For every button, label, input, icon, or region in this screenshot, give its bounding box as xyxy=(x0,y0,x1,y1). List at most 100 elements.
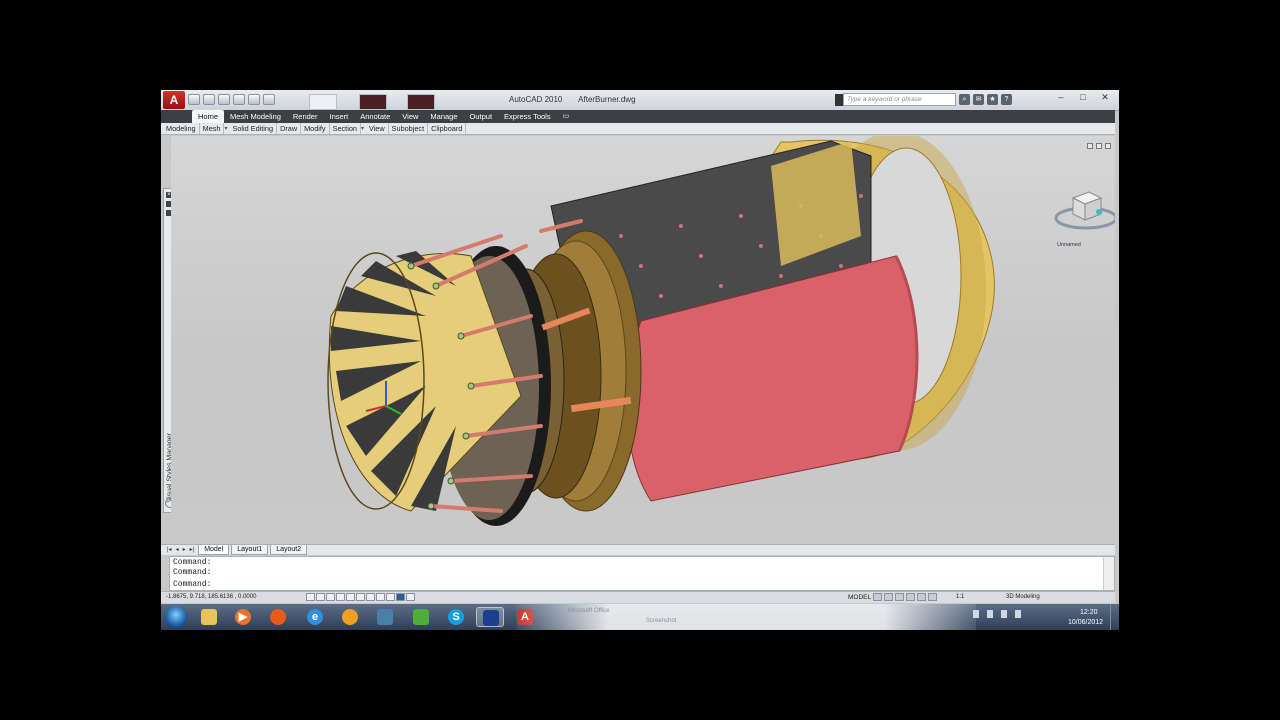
osnap-toggle[interactable] xyxy=(346,593,355,601)
zoom-icon[interactable] xyxy=(906,593,915,601)
taskbar-window-item[interactable]: Screenshot xyxy=(646,618,676,624)
open-drawing-thumbnail[interactable] xyxy=(359,94,387,110)
taskbar-app[interactable] xyxy=(476,607,504,627)
taskbar-app[interactable] xyxy=(371,607,399,627)
start-button[interactable] xyxy=(165,606,187,628)
polar-toggle[interactable] xyxy=(336,593,345,601)
tab-layout1[interactable]: Layout1 xyxy=(231,545,269,555)
ortho-toggle[interactable] xyxy=(326,593,335,601)
media-player-icon: ▶ xyxy=(235,609,251,625)
panel-mesh[interactable]: Mesh xyxy=(200,123,225,134)
search-expand-icon[interactable] xyxy=(835,94,843,106)
panel-subobject[interactable]: Subobject xyxy=(389,123,429,134)
save-icon[interactable] xyxy=(218,94,230,105)
undo-icon[interactable] xyxy=(233,94,245,105)
tab-express-tools[interactable]: Express Tools xyxy=(498,110,557,123)
open-drawing-thumbnail[interactable] xyxy=(407,94,435,110)
taskbar-app[interactable] xyxy=(407,607,435,627)
viewcube-icon[interactable] xyxy=(1051,178,1115,248)
dyn-toggle[interactable] xyxy=(386,593,395,601)
app-icon xyxy=(483,610,499,626)
command-history-line: Command: xyxy=(173,558,212,567)
cursor-coordinates[interactable]: -1.8675, 9.718, 185.6136 , 0.0000 xyxy=(166,594,256,600)
tray-icon[interactable] xyxy=(973,610,979,618)
panel-draw[interactable]: Draw xyxy=(277,123,302,134)
command-scrollbar[interactable] xyxy=(1103,557,1114,590)
grid-toggle[interactable] xyxy=(316,593,325,601)
app-icon xyxy=(377,609,393,625)
favorites-icon[interactable]: ★ xyxy=(987,94,998,105)
snap-toggle[interactable] xyxy=(306,593,315,601)
3d-osnap-toggle[interactable] xyxy=(356,593,365,601)
tab-mesh-modeling[interactable]: Mesh Modeling xyxy=(224,110,287,123)
close-button[interactable]: ✕ xyxy=(1097,92,1113,103)
redo-icon[interactable] xyxy=(248,94,260,105)
taskbar-app[interactable] xyxy=(336,607,364,627)
status-bar: -1.8675, 9.718, 185.6136 , 0.0000 MODEL … xyxy=(161,591,1115,603)
annotation-scale[interactable]: 1:1 xyxy=(956,594,964,600)
tab-home[interactable]: Home xyxy=(192,110,225,123)
application-menu-button[interactable]: A xyxy=(163,91,185,109)
viewport-restore-icon[interactable] xyxy=(1096,143,1102,149)
minimize-button[interactable]: – xyxy=(1053,92,1069,103)
network-icon[interactable] xyxy=(1001,610,1007,618)
taskbar-internet-explorer[interactable]: e xyxy=(301,607,329,627)
showmotion-icon[interactable] xyxy=(928,593,937,601)
first-layout-icon[interactable]: |◂ xyxy=(165,545,174,555)
tab-view[interactable]: View xyxy=(396,110,424,123)
command-line-window[interactable]: Command: Command: Command: xyxy=(169,556,1115,591)
viewport-close-icon[interactable] xyxy=(1105,143,1111,149)
drawing-viewport[interactable]: Unnamed xyxy=(171,136,1115,544)
quick-properties-toggle[interactable] xyxy=(406,593,415,601)
search-icon[interactable]: ⌕ xyxy=(959,94,970,105)
clock-time[interactable]: 12:20 xyxy=(1080,609,1098,616)
panel-solid-editing[interactable]: Solid Editing xyxy=(229,123,278,134)
steeringwheel-icon[interactable] xyxy=(917,593,926,601)
next-layout-icon[interactable]: ▸ xyxy=(181,545,188,555)
panel-clipboard[interactable]: Clipboard xyxy=(428,123,467,134)
viewport-minimize-icon[interactable] xyxy=(1087,143,1093,149)
panel-section[interactable]: Section xyxy=(330,123,361,134)
tab-layout2[interactable]: Layout2 xyxy=(270,545,308,555)
prev-layout-icon[interactable]: ◂ xyxy=(174,545,181,555)
tab-model[interactable]: Model xyxy=(198,545,230,555)
tab-output[interactable]: Output xyxy=(464,110,499,123)
lineweight-toggle[interactable] xyxy=(396,593,405,601)
communication-icon[interactable]: ✉ xyxy=(973,94,984,105)
window-controls: – □ ✕ xyxy=(1053,92,1113,103)
tab-render[interactable]: Render xyxy=(287,110,324,123)
ucs-menu-label[interactable]: Unnamed xyxy=(1057,242,1081,248)
show-desktop-button[interactable] xyxy=(1110,604,1119,630)
quick-view-layouts-icon[interactable] xyxy=(873,593,882,601)
taskbar-firefox[interactable] xyxy=(264,607,292,627)
model-space-button[interactable]: MODEL xyxy=(848,594,871,601)
clock-date[interactable]: 10/06/2012 xyxy=(1068,619,1103,626)
open-icon[interactable] xyxy=(203,94,215,105)
panel-modeling[interactable]: Modeling xyxy=(163,123,200,134)
command-prompt[interactable]: Command: xyxy=(173,580,211,589)
tab-annotate[interactable]: Annotate xyxy=(354,110,396,123)
taskbar-skype[interactable]: S xyxy=(442,607,470,627)
search-input[interactable]: Type a keyword or phrase xyxy=(843,93,956,106)
taskbar-media-player[interactable]: ▶ xyxy=(229,607,257,627)
volume-icon[interactable] xyxy=(1015,610,1021,618)
tab-insert[interactable]: Insert xyxy=(323,110,354,123)
help-icon[interactable]: ? xyxy=(1001,94,1012,105)
ribbon-minimize-icon[interactable]: ▭ xyxy=(557,110,576,123)
new-icon[interactable] xyxy=(188,94,200,105)
taskbar-explorer[interactable] xyxy=(195,607,223,627)
flag-icon[interactable] xyxy=(987,610,993,618)
taskbar-window-item[interactable]: Microsoft Office xyxy=(568,608,610,614)
panel-modify[interactable]: Modify xyxy=(301,123,330,134)
tab-manage[interactable]: Manage xyxy=(424,110,463,123)
otrack-toggle[interactable] xyxy=(366,593,375,601)
open-drawing-thumbnail[interactable] xyxy=(309,94,337,110)
last-layout-icon[interactable]: ▸| xyxy=(188,545,197,555)
ducs-toggle[interactable] xyxy=(376,593,385,601)
maximize-button[interactable]: □ xyxy=(1075,92,1091,103)
pan-icon[interactable] xyxy=(895,593,904,601)
panel-view[interactable]: View xyxy=(366,123,389,134)
workspace-switcher[interactable]: 3D Modeling xyxy=(1006,594,1040,600)
quick-view-drawings-icon[interactable] xyxy=(884,593,893,601)
print-icon[interactable] xyxy=(263,94,275,105)
